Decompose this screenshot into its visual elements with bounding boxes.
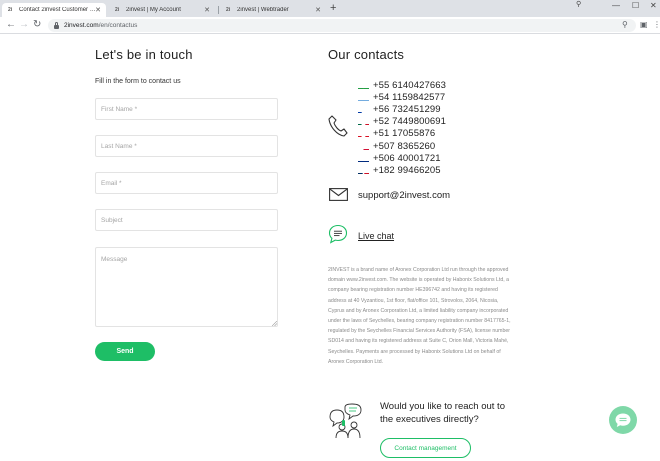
phone-number: +506 40001721 [373,152,441,164]
costa-rica-flag-icon [358,155,369,162]
resize-handle-icon[interactable] [272,321,277,326]
contacts-heading: Our contacts [328,47,405,62]
favicon: 2i [226,7,231,13]
phone-number: +56 732451299 [373,103,441,115]
back-icon[interactable]: ← [6,19,16,30]
address-bar: ← → ↻ 2invest.com/en/contactus ⚲ ▣ ⋮ [0,17,660,34]
phone-handset-icon [328,115,348,137]
menu-icon[interactable]: ⋮ [653,20,660,29]
subject-input[interactable] [95,209,278,231]
dominican-republic-flag-icon [358,167,369,174]
phone-number: +52 7449800691 [373,116,446,128]
close-window-icon[interactable]: ✕ [650,1,657,10]
argentina-flag-icon [358,94,369,101]
last-name-input[interactable] [95,135,278,157]
phone-row-ar[interactable]: +54 1159842577 [358,91,446,103]
mexico-flag-icon [358,118,369,126]
message-textarea[interactable] [95,247,278,327]
url-path: /en/contactus [98,22,138,29]
zoom-icon[interactable]: ⚲ [622,20,628,29]
profile-icon[interactable]: ⚲ [576,0,581,8]
speech-bubble-icon [328,224,348,244]
phone-row-mx[interactable]: +52 7449800691 [358,116,446,128]
profile-avatar-icon[interactable]: ▣ [640,20,648,29]
phone-list: +55 6140427663 +54 1159842577 +56 732451… [358,79,446,177]
tab-webtrader[interactable]: 2i 2invest | Webtrader ✕ [220,3,326,17]
form-subtext: Fill in the form to contact us [95,78,181,85]
url-field[interactable]: 2invest.com/en/contactus [48,19,636,32]
tab-my-account[interactable]: 2i 2invest | My Account ✕ [109,3,215,17]
people-with-speech-bubbles-icon [329,403,362,439]
chile-flag-icon [358,106,369,113]
support-email[interactable]: support@2invest.com [358,190,450,201]
close-tab-icon[interactable]: ✕ [204,6,210,14]
tab-contact[interactable]: 2i Contact 2invest Customer Servic ✕ [2,3,106,17]
executives-question: Would you like to reach out to the execu… [380,401,505,425]
chat-widget-button[interactable] [609,406,637,434]
panama-flag-icon [358,143,369,150]
browser-tab-bar: 2i Contact 2invest Customer Servic ✕ 2i … [0,0,660,17]
tab-title: 2invest | My Account [126,7,181,13]
brazil-flag-icon [358,82,369,89]
form-heading: Let's be in touch [95,47,193,62]
peru-flag-icon [358,130,369,138]
email-input[interactable] [95,172,278,194]
phone-number: +182 99466205 [373,164,441,176]
favicon: 2i [115,7,120,13]
send-button[interactable]: Send [95,342,155,361]
close-tab-icon[interactable]: ✕ [315,6,321,14]
page-content: Let's be in touch Fill in the form to co… [0,34,660,461]
envelope-icon [329,188,348,201]
tab-title: Contact 2invest Customer Servic [19,7,97,13]
close-tab-icon[interactable]: ✕ [95,6,101,14]
forward-icon[interactable]: → [19,19,29,30]
phone-row-cr[interactable]: +506 40001721 [358,152,446,164]
phone-row-do[interactable]: +182 99466205 [358,164,446,176]
lock-icon [54,21,59,29]
chat-bubble-icon [615,413,631,427]
legal-disclaimer: 2INVEST is a brand name of Aronex Corpor… [328,267,511,365]
phone-row-cl[interactable]: +56 732451299 [358,103,446,115]
phone-number: +54 1159842577 [373,91,446,103]
maximize-icon[interactable]: ☐ [632,1,639,10]
phone-row-br[interactable]: +55 6140427663 [358,79,446,91]
phone-number: +51 17055876 [373,128,436,140]
minimize-icon[interactable]: — [612,1,620,10]
url-host: 2invest.com [64,22,99,29]
phone-row-pe[interactable]: +51 17055876 [358,128,446,140]
first-name-input[interactable] [95,98,278,120]
contact-management-button[interactable]: Contact management [380,438,471,458]
new-tab-icon[interactable]: + [330,2,336,14]
tab-separator [218,6,219,14]
reload-icon[interactable]: ↻ [33,19,41,30]
favicon: 2i [8,7,13,13]
phone-number: +507 8365260 [373,140,436,152]
phone-row-pa[interactable]: +507 8365260 [358,140,446,152]
tab-title: 2invest | Webtrader [237,7,289,13]
live-chat-link[interactable]: Live chat [358,231,394,241]
phone-number: +55 6140427663 [373,79,446,91]
